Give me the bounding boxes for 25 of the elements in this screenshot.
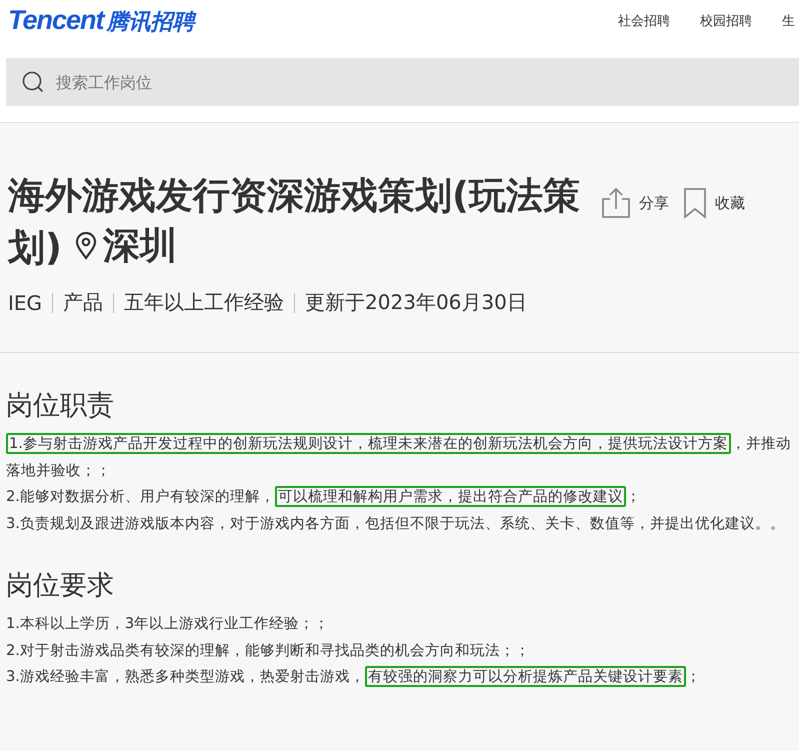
nav-link[interactable]: 生 xyxy=(782,12,795,30)
share-button[interactable]: 分享 xyxy=(601,185,669,221)
logo-wordmark[interactable]: Tencent xyxy=(8,5,104,36)
nav-link[interactable]: 校园招聘 xyxy=(700,12,752,30)
bookmark-icon xyxy=(683,187,707,219)
job-meta: 更新于2023年06月30日 xyxy=(305,289,527,316)
logo-title[interactable]: 腾讯招聘 xyxy=(106,7,195,37)
list-item-text: 2.对于射击游戏品类有较深的理解，能够判断和寻找品类的机会方向和玩法；； xyxy=(6,640,531,660)
section-heading: 岗位要求 xyxy=(6,569,115,603)
job-meta: 五年以上工作经验 xyxy=(124,289,284,316)
section-heading: 岗位职责 xyxy=(6,389,115,423)
list-item-text: 1.本科以上学历，3年以上游戏行业工作经验；； xyxy=(6,614,330,634)
list-item-text: 3.游戏经验丰富，熟悉多种类型游戏，热爱射击游戏， 有较强的洞察力可以分析提炼产品关键设计要素 ； xyxy=(6,665,702,689)
list-item-text: 2.能够对数据分析、用户有较深的理解， 可以梳理和解构用户需求，提出符合产品的修改建议 ； xyxy=(6,485,642,509)
list-item-text: 1.参与射击游戏产品开发过程中的创新玩法规则设计，梳理未来潜在的创新玩法机会方向，提供玩法设计方案 ，并推动落地并验收；； xyxy=(6,432,792,480)
share-icon xyxy=(601,187,631,219)
list-item-text: 3.负责规划及跟进游戏版本内容，对于游戏内各方面，包括但不限于玩法、系统、关卡、数值等，并提出优化建议。。 xyxy=(6,514,786,534)
nav-link[interactable]: 社会招聘 xyxy=(618,12,670,30)
job-meta: IEG xyxy=(8,290,42,314)
job-title: 海外游戏发行资深游戏策划(玩法策划) 深圳 xyxy=(8,173,581,273)
bookmark-button[interactable]: 收藏 xyxy=(683,185,745,221)
job-meta: 产品 xyxy=(63,289,104,316)
location-pin-icon xyxy=(74,232,97,260)
job-location: 深圳 xyxy=(102,223,177,269)
search-icon xyxy=(22,71,44,93)
